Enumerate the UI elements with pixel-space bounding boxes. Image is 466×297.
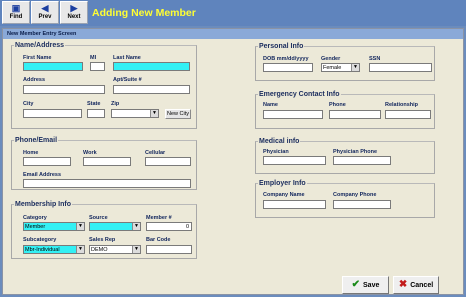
checkmark-icon: ✔ — [351, 279, 361, 290]
dob-field[interactable] — [263, 63, 313, 72]
subcategory-select[interactable]: Mbr-Individual ▼ — [23, 245, 85, 254]
sales-rep-select[interactable]: DEMO ▼ — [89, 245, 141, 254]
emergency-phone-label: Phone — [329, 102, 346, 108]
emergency-phone-field[interactable] — [329, 110, 381, 119]
cellular-label: Cellular — [145, 150, 166, 156]
work-phone-field[interactable] — [83, 157, 131, 166]
emergency-contact-legend: Emergency Contact Info — [259, 91, 340, 98]
gender-select[interactable]: Female ▼ — [321, 63, 360, 72]
company-phone-label: Company Phone — [333, 192, 377, 198]
cancel-button[interactable]: ✖ Cancel — [393, 276, 439, 294]
category-value: Member — [25, 224, 46, 230]
address-field[interactable] — [23, 85, 105, 94]
emergency-name-label: Name — [263, 102, 278, 108]
last-name-label: Last Name — [113, 55, 141, 61]
company-name-field[interactable] — [263, 200, 326, 209]
cellular-field[interactable] — [145, 157, 191, 166]
binoculars-icon: ▣ — [11, 3, 21, 13]
relationship-field[interactable] — [385, 110, 431, 119]
prev-button[interactable]: ◀ Prev — [31, 1, 59, 24]
company-name-label: Company Name — [263, 192, 305, 198]
bar-code-label: Bar Code — [146, 237, 171, 243]
name-address-legend: Name/Address — [15, 42, 65, 49]
first-name-field[interactable] — [23, 62, 83, 71]
member-number-label: Member # — [146, 215, 172, 221]
save-label: Save — [363, 281, 380, 289]
bar-code-field[interactable] — [146, 245, 192, 254]
find-button[interactable]: ▣ Find — [2, 1, 30, 24]
employer-info-legend: Employer Info — [259, 180, 306, 187]
city-label: City — [23, 101, 34, 107]
window-title: New Member Entry Screen — [3, 29, 463, 39]
prev-label: Prev — [38, 14, 52, 20]
work-phone-label: Work — [83, 150, 97, 156]
home-phone-field[interactable] — [23, 157, 71, 166]
category-select[interactable]: Member ▼ — [23, 222, 85, 231]
x-icon: ✖ — [398, 279, 408, 290]
chevron-down-icon: ▼ — [132, 223, 140, 230]
medical-info-legend: Medical info — [259, 138, 300, 145]
membership-info-legend: Membership Info — [15, 201, 72, 208]
cancel-label: Cancel — [410, 281, 434, 289]
dob-label: DOB mm/dd/yyyy — [263, 56, 309, 62]
category-label: Category — [23, 215, 47, 221]
next-label: Next — [67, 14, 81, 20]
apt-suite-field[interactable] — [113, 85, 190, 94]
company-phone-field[interactable] — [333, 200, 391, 209]
arrow-left-icon: ◀ — [41, 3, 49, 13]
first-name-label: First Name — [23, 55, 52, 61]
gender-label: Gender — [321, 56, 341, 62]
home-phone-label: Home — [23, 150, 39, 156]
phone-email-legend: Phone/Email — [15, 137, 58, 144]
mi-label: MI — [90, 55, 97, 61]
employer-info-group: Employer Info — [255, 180, 435, 218]
zip-select[interactable]: ▼ — [111, 109, 159, 118]
chevron-down-icon: ▼ — [132, 246, 140, 253]
personal-info-group: Personal Info — [255, 43, 435, 81]
personal-info-legend: Personal Info — [259, 43, 304, 50]
physician-phone-label: Physician Phone — [333, 149, 378, 155]
sales-rep-value: DEMO — [91, 247, 108, 253]
app-title: Adding New Member — [92, 7, 196, 19]
find-label: Find — [9, 14, 23, 20]
subcategory-value: Mbr-Individual — [25, 247, 60, 253]
new-city-button[interactable]: New City — [165, 109, 191, 119]
mi-field[interactable] — [90, 62, 105, 71]
top-toolbar: ▣ Find ◀ Prev ▶ Next Adding New Member — [0, 0, 466, 26]
physician-field[interactable] — [263, 156, 326, 165]
address-label: Address — [23, 77, 46, 83]
chevron-down-icon: ▼ — [150, 110, 158, 117]
physician-phone-field[interactable] — [333, 156, 391, 165]
ssn-field[interactable] — [369, 63, 432, 72]
gender-value: Female — [323, 65, 342, 71]
physician-label: Physician — [263, 149, 289, 155]
last-name-field[interactable] — [113, 62, 190, 71]
sales-rep-label: Sales Rep — [89, 237, 116, 243]
subcategory-label: Subcategory — [23, 237, 57, 243]
source-label: Source — [89, 215, 108, 221]
chevron-down-icon: ▼ — [351, 64, 359, 71]
save-button[interactable]: ✔ Save — [342, 276, 389, 294]
state-label: State — [87, 101, 101, 107]
relationship-label: Relationship — [385, 102, 419, 108]
emergency-name-field[interactable] — [263, 110, 323, 119]
state-field[interactable] — [87, 109, 105, 118]
email-field[interactable] — [23, 179, 191, 188]
source-select[interactable]: ▼ — [89, 222, 141, 231]
member-number-field[interactable]: 0 — [146, 222, 192, 231]
city-field[interactable] — [23, 109, 82, 118]
apt-suite-label: Apt/Suite # — [113, 77, 142, 83]
chevron-down-icon: ▼ — [76, 223, 84, 230]
ssn-label: SSN — [369, 56, 381, 62]
email-label: Email Address — [23, 172, 62, 178]
zip-label: Zip — [111, 101, 120, 107]
member-entry-window: New Member Entry Screen Name/Address Fir… — [2, 28, 464, 295]
chevron-down-icon: ▼ — [76, 246, 84, 253]
next-button[interactable]: ▶ Next — [60, 1, 88, 24]
arrow-right-icon: ▶ — [70, 3, 78, 13]
